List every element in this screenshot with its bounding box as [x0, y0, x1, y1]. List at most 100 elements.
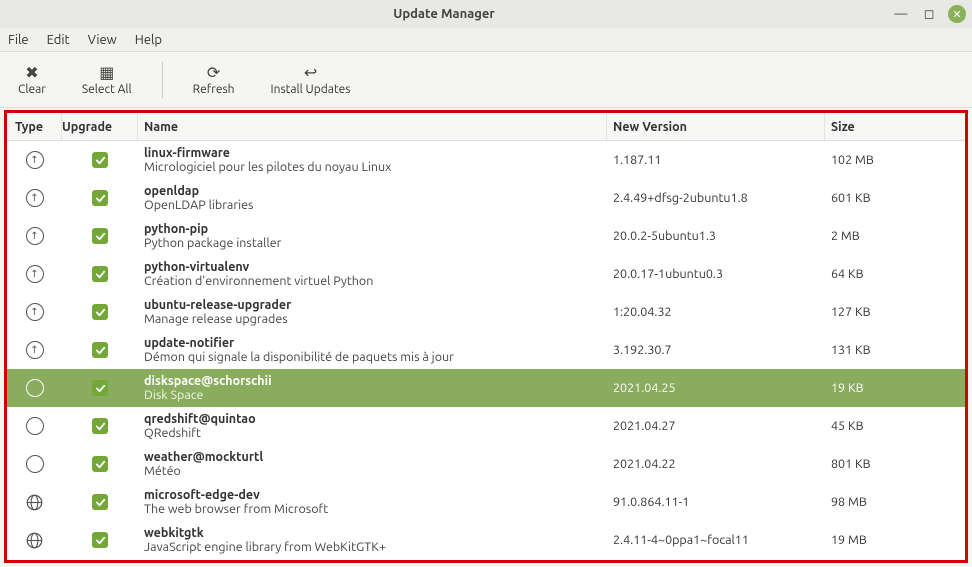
refresh-button[interactable]: ⟳ Refresh: [187, 59, 241, 100]
checkbox-checked[interactable]: [92, 342, 108, 358]
updates-table: Type Upgrade Name New Version Size ↑linu…: [4, 110, 968, 563]
version-cell: 2021.04.27: [607, 419, 825, 433]
up-arrow-icon: ↑: [26, 189, 44, 207]
upgrade-cell: [62, 152, 138, 168]
name-cell: openldapOpenLDAP libraries: [138, 184, 607, 212]
menu-help[interactable]: Help: [135, 33, 162, 47]
checkbox-checked[interactable]: [92, 532, 108, 548]
upgrade-cell: [62, 190, 138, 206]
menu-edit[interactable]: Edit: [47, 33, 70, 47]
up-arrow-icon: ↑: [26, 341, 44, 359]
package-desc: Manage release upgrades: [144, 312, 607, 326]
version-cell: 1:20.04.32: [607, 305, 825, 319]
name-cell: microsoft-edge-devThe web browser from M…: [138, 488, 607, 516]
minimize-button[interactable]: —: [892, 5, 910, 23]
checkbox-checked[interactable]: [92, 494, 108, 510]
size-cell: 64 KB: [825, 267, 965, 281]
type-cell: ↑: [7, 265, 62, 283]
table-row[interactable]: ↑linux-firmwareMicrologiciel pour les pi…: [7, 141, 965, 179]
globe-icon: [26, 531, 44, 549]
col-name[interactable]: Name: [138, 113, 607, 140]
package-name: ubuntu-release-upgrader: [144, 298, 607, 312]
name-cell: python-pipPython package installer: [138, 222, 607, 250]
checkbox-checked[interactable]: [92, 456, 108, 472]
size-cell: 127 KB: [825, 305, 965, 319]
table-row[interactable]: microsoft-edge-devThe web browser from M…: [7, 483, 965, 521]
table-row[interactable]: ↑ openldapOpenLDAP libraries2.4.49+dfsg-2…: [7, 179, 965, 217]
type-cell: [7, 493, 62, 511]
version-cell: 2021.04.25: [607, 381, 825, 395]
name-cell: python-virtualenvCréation d'environnemen…: [138, 260, 607, 288]
checkbox-checked[interactable]: [92, 380, 108, 396]
select-all-icon: ▦: [99, 63, 114, 81]
menu-file[interactable]: File: [8, 33, 29, 47]
menu-view[interactable]: View: [88, 33, 117, 47]
checkbox-checked[interactable]: [92, 228, 108, 244]
toolbar: ✖ Clear ▦ Select All ⟳ Refresh ↩ Install…: [0, 52, 972, 108]
package-desc: QRedshift: [144, 426, 607, 440]
table-row[interactable]: ↑ ubuntu-release-upgraderManage release u…: [7, 293, 965, 331]
type-cell: [7, 531, 62, 549]
package-desc: The web browser from Microsoft: [144, 502, 607, 516]
install-icon: ↩: [304, 63, 317, 81]
up-arrow-icon: ↑: [26, 227, 44, 245]
clear-icon: ✖: [25, 63, 38, 81]
refresh-icon: ⟳: [207, 63, 220, 81]
checkbox-checked[interactable]: [92, 152, 108, 168]
type-cell: ↑: [7, 341, 62, 359]
menubar: File Edit View Help: [0, 28, 972, 52]
window-title: Update Manager: [6, 7, 882, 21]
table-row[interactable]: qredshift@quintaoQRedshift2021.04.2745 K…: [7, 407, 965, 445]
up-arrow-icon: ↑: [26, 265, 44, 283]
table-row[interactable]: weather@mockturtlMétéo2021.04.22801 KB: [7, 445, 965, 483]
checkbox-checked[interactable]: [92, 418, 108, 434]
version-cell: 1.187.11: [607, 153, 825, 167]
refresh-label: Refresh: [193, 83, 235, 96]
version-cell: 2.4.11-4~0ppa1~focal11: [607, 533, 825, 547]
package-name: qredshift@quintao: [144, 412, 607, 426]
clear-button[interactable]: ✖ Clear: [12, 59, 52, 100]
package-desc: Création d'environnement virtuel Python: [144, 274, 607, 288]
package-desc: Démon qui signale la disponibilité de pa…: [144, 350, 607, 364]
clear-label: Clear: [18, 83, 46, 96]
table-row[interactable]: ↑ update-notifierDémon qui signale la dis…: [7, 331, 965, 369]
version-cell: 2021.04.22: [607, 457, 825, 471]
version-cell: 2.4.49+dfsg-2ubuntu1.8: [607, 191, 825, 205]
package-name: update-notifier: [144, 336, 607, 350]
table-row[interactable]: ↑python-pipPython package installer20.0.…: [7, 217, 965, 255]
table-row[interactable]: ↑ python-virtualenvCréation d'environneme…: [7, 255, 965, 293]
name-cell: update-notifierDémon qui signale la disp…: [138, 336, 607, 364]
table-row[interactable]: diskspace@schorschiiDisk Space2021.04.25…: [7, 369, 965, 407]
maximize-button[interactable]: ◻: [920, 5, 938, 23]
applet-icon: [26, 455, 44, 473]
upgrade-cell: [62, 532, 138, 548]
checkbox-checked[interactable]: [92, 304, 108, 320]
version-cell: 20.0.17-1ubuntu0.3: [607, 267, 825, 281]
package-name: diskspace@schorschii: [144, 374, 607, 388]
col-upgrade[interactable]: Upgrade: [62, 113, 138, 140]
type-cell: [7, 379, 62, 397]
close-button[interactable]: ✕: [948, 5, 966, 23]
type-cell: [7, 417, 62, 435]
type-cell: ↑: [7, 151, 62, 169]
select-all-button[interactable]: ▦ Select All: [76, 59, 138, 100]
up-arrow-icon: ↑: [26, 303, 44, 321]
globe-icon: [26, 493, 44, 511]
checkbox-checked[interactable]: [92, 266, 108, 282]
size-cell: 102 MB: [825, 153, 965, 167]
package-desc: OpenLDAP libraries: [144, 198, 607, 212]
table-row[interactable]: webkitgtkJavaScript engine library from …: [7, 521, 965, 559]
checkbox-checked[interactable]: [92, 190, 108, 206]
table-body: ↑linux-firmwareMicrologiciel pour les pi…: [7, 141, 965, 559]
col-size[interactable]: Size: [825, 113, 965, 140]
col-version[interactable]: New Version: [607, 113, 825, 140]
package-name: microsoft-edge-dev: [144, 488, 607, 502]
col-type[interactable]: Type: [7, 113, 62, 140]
table-header: Type Upgrade Name New Version Size: [7, 113, 965, 141]
size-cell: 45 KB: [825, 419, 965, 433]
install-updates-button[interactable]: ↩ Install Updates: [265, 59, 357, 100]
install-label: Install Updates: [271, 83, 351, 96]
upgrade-cell: [62, 304, 138, 320]
package-desc: Météo: [144, 464, 607, 478]
titlebar: Update Manager — ◻ ✕: [0, 0, 972, 28]
